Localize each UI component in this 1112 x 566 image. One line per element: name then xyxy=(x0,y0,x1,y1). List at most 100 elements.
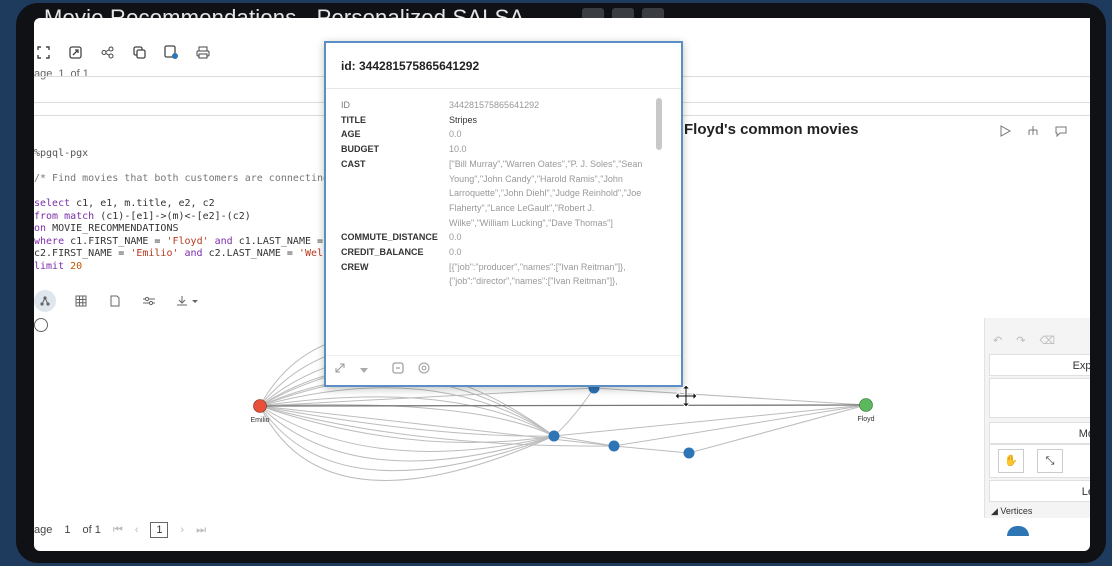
property-key: AGE xyxy=(341,129,361,140)
property-value: 344281575865641292 xyxy=(449,100,540,110)
pager-label: age xyxy=(34,68,53,80)
hand-tool-icon[interactable]: ✋ xyxy=(998,449,1024,473)
table-view-icon[interactable] xyxy=(72,292,90,310)
movie-node[interactable] xyxy=(608,440,620,452)
clear-icon[interactable]: ⌫ xyxy=(1039,334,1055,347)
popup-footer xyxy=(326,355,681,384)
movie-node[interactable] xyxy=(683,447,695,459)
property-row: CREW [{"job":"producer","names":["Ivan Re… xyxy=(341,260,651,289)
modes-section[interactable]: Mo xyxy=(989,422,1090,444)
property-value: 0.0 xyxy=(449,129,462,140)
code-keyword: where xyxy=(34,235,65,247)
explore-label: Expl xyxy=(1072,360,1090,372)
copy-icon[interactable] xyxy=(130,43,148,61)
comment-icon[interactable] xyxy=(1054,124,1068,138)
print-icon[interactable] xyxy=(194,43,212,61)
property-row: CAST ["Bill Murray","Warren Oates","P. J.… xyxy=(341,157,651,231)
collapse-tool-icon[interactable]: ⤡ xyxy=(1037,449,1064,473)
code-keyword: limit xyxy=(34,260,65,272)
dropdown-caret-icon[interactable] xyxy=(360,361,368,379)
interpreter-magic: %pgql-pgx xyxy=(34,148,89,159)
code-number: 20 xyxy=(64,260,83,272)
notebook-toolbar xyxy=(34,43,212,65)
property-row: id 344281575865641292 xyxy=(341,98,651,113)
code-text: (c1)-[e1]->(m)<-[e2]-(c2) xyxy=(94,210,251,222)
pager-of: of 1 xyxy=(70,68,89,80)
target-icon[interactable] xyxy=(418,361,430,379)
undo-icon[interactable]: ↶ xyxy=(993,334,1002,347)
property-value: ["Bill Murray","Warren Oates","P. J. Sol… xyxy=(449,158,643,228)
vertices-label: Vertices xyxy=(1000,506,1033,516)
code-string: 'Emilio' xyxy=(130,248,179,259)
code-text: c2.FIRST_NAME = xyxy=(34,248,131,259)
pager-of: of 1 xyxy=(82,524,101,536)
minimize-icon[interactable] xyxy=(392,361,404,379)
save-icon[interactable] xyxy=(162,43,180,61)
property-row: CREDIT_BALANCE 0.0 xyxy=(341,245,651,260)
code-view-icon[interactable] xyxy=(106,292,124,310)
settings-sliders-icon[interactable] xyxy=(140,292,158,310)
legend-vertex-swatch xyxy=(1007,526,1029,536)
move-cursor-icon xyxy=(674,384,698,408)
property-value: Stripes xyxy=(449,114,478,125)
node-label-emilio: Emilio xyxy=(250,417,269,424)
paragraph-title: Floyd's common movies xyxy=(684,121,859,138)
graph-view-icon[interactable] xyxy=(34,290,56,312)
mode-buttons: ✋ ⤡ xyxy=(989,444,1090,478)
popup-title: id: 344281575865641292 xyxy=(341,59,480,73)
code-string: 'Floyd' xyxy=(166,235,209,247)
result-toolbar xyxy=(34,290,202,312)
prev-page-icon[interactable]: ‹ xyxy=(135,524,139,536)
property-row: TITLE Stripes xyxy=(341,113,651,128)
hierarchy-icon[interactable] xyxy=(1026,124,1040,138)
first-page-icon[interactable]: ⏮ xyxy=(113,524,123,537)
run-paragraph-icon[interactable] xyxy=(998,124,1012,138)
pager-page: 1 xyxy=(64,524,71,536)
code-text: c1.LAST_NAME = xyxy=(232,235,324,247)
popup-scrollbar[interactable] xyxy=(656,98,662,150)
pager-page: 1 xyxy=(58,68,65,80)
code-keyword: select xyxy=(34,198,71,209)
property-value: 0.0 xyxy=(449,247,462,258)
property-value: 0.0 xyxy=(449,232,462,243)
modes-label: Mo xyxy=(1078,428,1090,440)
customer-node-emilio[interactable] xyxy=(253,399,267,413)
top-pager: age 1 of 1 xyxy=(34,64,89,84)
property-value: [{"job":"producer","names":["Ivan Reitma… xyxy=(449,261,626,287)
code-text: c1, e1, m.title, e2, c2 xyxy=(70,198,215,209)
code-keyword: and xyxy=(178,248,203,259)
properties-list[interactable]: id 344281575865641292 TITLE Stripes AGE 0.0 BU… xyxy=(341,98,651,360)
current-page-box[interactable]: 1 xyxy=(150,522,169,538)
property-row: BUDGET 10.0 xyxy=(341,142,651,157)
property-value: 10.0 xyxy=(449,144,467,155)
redo-icon[interactable]: ↷ xyxy=(1016,334,1025,347)
legend-label: Le xyxy=(1081,486,1090,498)
property-row: AGE 0.0 xyxy=(341,127,651,142)
divider xyxy=(326,88,681,89)
code-keyword: on xyxy=(34,223,47,234)
movie-node[interactable] xyxy=(548,430,560,442)
code-text: MOVIE_RECOMMENDATIONS xyxy=(46,223,179,234)
property-key: CREW xyxy=(341,261,369,272)
share-icon[interactable] xyxy=(98,43,116,61)
property-key: CREDIT_BALANCE xyxy=(341,247,424,258)
code-text: c1.FIRST_NAME = xyxy=(64,235,167,247)
vertex-properties-popup: id: 344281575865641292 id 344281575865641… xyxy=(324,41,683,387)
explore-section[interactable]: Expl xyxy=(989,354,1090,376)
property-key: CAST xyxy=(341,158,366,169)
last-page-icon[interactable]: ⏭ xyxy=(196,524,206,537)
next-page-icon[interactable]: › xyxy=(180,524,184,536)
code-editor[interactable]: %pgql-pgx /* Find movies that both custo… xyxy=(34,148,329,273)
open-external-icon[interactable] xyxy=(66,43,84,61)
expand-icon[interactable] xyxy=(34,43,52,61)
code-string: 'Wel xyxy=(298,248,324,259)
customer-node-floyd[interactable] xyxy=(859,398,873,412)
legend-vertices: ◢ Vertices xyxy=(991,506,1033,516)
legend-section[interactable]: Le xyxy=(989,480,1090,502)
download-icon[interactable] xyxy=(174,292,202,310)
pager-label: age xyxy=(34,524,53,536)
explore-controls xyxy=(989,378,1090,418)
property-key: id xyxy=(341,100,350,110)
notebook-screen: age 1 of 1 %pgql-pgx /* Find movies that… xyxy=(34,18,1090,551)
expand-icon[interactable] xyxy=(334,361,346,379)
